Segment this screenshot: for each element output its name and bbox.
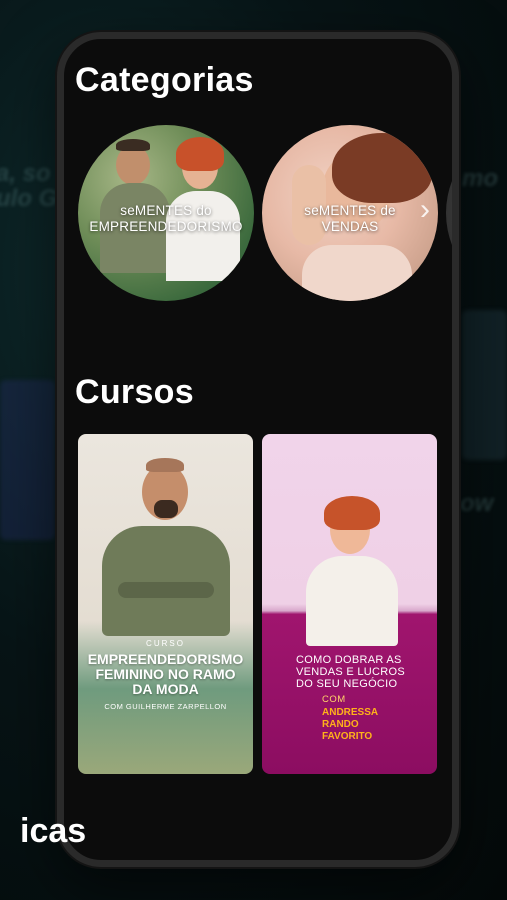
category-label-line: EMPREENDEDORISMO [89, 219, 243, 234]
instructor-name-line: RANDO [322, 719, 359, 730]
background-blur-text: a, so [0, 160, 51, 187]
course-instructor: ANDRESSA RANDO FAVORITO [322, 707, 378, 743]
course-title-line: FEMININO NO RAMO [95, 666, 236, 682]
course-title-line: DA MODA [132, 681, 199, 697]
category-label-line: seMENTES do [120, 203, 212, 218]
next-section-title-cut: icas [20, 812, 87, 850]
course-com-label: COM [322, 694, 346, 705]
phone-frame: Categorias seMENTES do EMPREENDEDORISMO … [57, 32, 459, 867]
category-card-vendas[interactable]: seMENTES de VENDAS [262, 125, 438, 301]
category-label-line: VENDAS [321, 219, 379, 234]
course-title-line: VENDAS E LUCROS [296, 666, 406, 678]
course-kicker: CURSO [146, 639, 185, 648]
category-card-partial[interactable] [446, 125, 452, 301]
courses-title: Cursos [75, 373, 194, 411]
background-blur-text: mo [462, 165, 498, 192]
instructor-name-line: ANDRESSA [322, 707, 379, 718]
category-label: seMENTES do EMPREENDEDORISMO [78, 203, 254, 235]
course-title: COMO DOBRAR AS VENDAS E LUCROS DO SEU NE… [296, 654, 427, 690]
course-title-line: COMO DOBRAR AS [296, 654, 402, 666]
course-title-line: DO SEU NEGÓCIO [296, 678, 398, 690]
category-card-empreendedorismo[interactable]: seMENTES do EMPREENDEDORISMO [78, 125, 254, 301]
category-label-line: seMENTES de [304, 203, 396, 218]
course-byline: COM GUILHERME ZARPELLON [104, 702, 227, 711]
course-title: EMPREENDEDORISMO FEMININO NO RAMO DA MOD… [86, 652, 245, 697]
course-card-dobrar-vendas[interactable]: COMO DOBRAR AS VENDAS E LUCROS DO SEU NE… [262, 434, 437, 774]
instructor-name-line: FAVORITO [322, 731, 373, 742]
course-card-empreendedorismo-feminino[interactable]: CURSO EMPREENDEDORISMO FEMININO NO RAMO … [78, 434, 253, 774]
chevron-right-icon[interactable]: › [420, 193, 430, 227]
background-blur-text: ow [460, 490, 494, 517]
background-blur-block [462, 310, 507, 460]
categories-title: Categorias [75, 61, 254, 99]
background-blur-block [0, 380, 55, 540]
course-title-line: EMPREENDEDORISMO [87, 651, 244, 667]
category-label: seMENTES de VENDAS [262, 203, 438, 235]
